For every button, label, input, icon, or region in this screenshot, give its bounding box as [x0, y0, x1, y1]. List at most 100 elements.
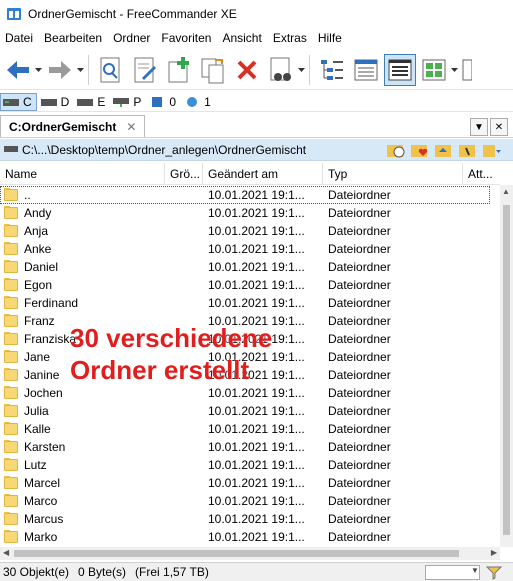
list-item[interactable]: Anja 10.01.2021 19:1... Dateiordner [0, 222, 500, 240]
edit-button[interactable] [129, 54, 161, 86]
file-name-cell: Marcus [0, 512, 165, 526]
file-type: Dateiordner [328, 404, 391, 418]
list-item[interactable]: Karsten 10.01.2021 19:1... Dateiordner [0, 438, 500, 456]
vertical-scrollbar[interactable]: ▲ [500, 185, 513, 547]
file-name: Daniel [24, 260, 59, 274]
drive-e[interactable]: E [75, 93, 109, 111]
status-free-space: (Frei 1,57 TB) [135, 565, 209, 579]
menu-extras[interactable]: Extras [268, 31, 313, 45]
file-type: Dateiordner [328, 260, 391, 274]
menu-datei[interactable]: Datei [0, 31, 39, 45]
path-bar[interactable]: C:\...\Desktop\temp\Ordner_anlegen\Ordne… [0, 139, 513, 161]
list-item[interactable]: Kalle 10.01.2021 19:1... Dateiordner [0, 420, 500, 438]
thumbnails-dropdown[interactable] [450, 54, 458, 86]
chevron-down-icon[interactable]: ▼ [471, 566, 479, 575]
drive-letter: P [133, 94, 142, 109]
list-item[interactable]: Marcel 10.01.2021 19:1... Dateiordner [0, 474, 500, 492]
file-name: Andy [24, 206, 52, 220]
tab-ordnergemischt[interactable]: C:OrdnerGemischt ✕ [0, 115, 146, 137]
file-date: 10.01.2021 19:1... [208, 440, 305, 454]
delete-icon [237, 60, 257, 79]
details-view-button[interactable] [350, 54, 382, 86]
drive-c[interactable]: C [0, 92, 37, 111]
menu-ordner[interactable]: Ordner [108, 31, 156, 45]
drive-p[interactable]: P [111, 93, 145, 111]
list-item[interactable]: Anke 10.01.2021 19:1... Dateiordner [0, 240, 500, 258]
folder-icon [4, 296, 18, 309]
list-item[interactable]: .. 10.01.2021 19:1... Dateiordner [0, 186, 490, 204]
folder-icon [4, 278, 18, 291]
delete-button[interactable] [231, 54, 263, 86]
toolbar-separator [309, 54, 310, 85]
menu-hilfe[interactable]: Hilfe [313, 31, 348, 45]
folder-icon [4, 440, 18, 453]
drive-d[interactable]: D [39, 93, 74, 111]
view-dropdown[interactable] [297, 54, 305, 86]
scroll-right-icon[interactable]: ▶ [491, 548, 497, 557]
back-dropdown[interactable] [34, 54, 42, 86]
new-folder-button[interactable] [163, 54, 195, 86]
file-date: 10.01.2021 19:1... [208, 512, 305, 526]
scroll-thumb[interactable] [503, 205, 510, 535]
scroll-left-icon[interactable]: ◀ [3, 548, 9, 557]
history-folder-icon[interactable] [387, 142, 405, 158]
list-item[interactable]: Egon 10.01.2021 19:1... Dateiordner [0, 276, 500, 294]
tab-list-button[interactable]: ▼ [470, 118, 488, 136]
menu-ansicht[interactable]: Ansicht [217, 31, 267, 45]
list-item[interactable]: Daniel 10.01.2021 19:1... Dateiordner [0, 258, 500, 276]
hdd-icon [40, 98, 57, 106]
parent-folder-icon[interactable] [435, 142, 453, 158]
back-button[interactable] [2, 54, 34, 86]
status-bar: 30 Objekt(e) 0 Byte(s) (Frei 1,57 TB) ▼ [0, 562, 513, 581]
copy-button[interactable] [197, 54, 229, 86]
find-button[interactable] [95, 54, 127, 86]
list-item[interactable]: Andy 10.01.2021 19:1... Dateiordner [0, 204, 500, 222]
details-view-icon [354, 59, 378, 80]
file-name: Marko [24, 530, 58, 544]
column-size[interactable]: Grö... [165, 162, 203, 185]
column-attributes[interactable]: Att... [463, 163, 500, 185]
folder-icon [4, 260, 18, 273]
folder-menu-icon[interactable] [483, 142, 501, 158]
file-type: Dateiordner [328, 206, 391, 220]
list-item[interactable]: Marcus 10.01.2021 19:1... Dateiordner [0, 510, 500, 528]
scroll-thumb[interactable] [14, 550, 459, 557]
horizontal-scrollbar[interactable]: ◀ ▶ [0, 547, 500, 560]
list-item[interactable]: Marko 10.01.2021 19:1... Dateiordner [0, 528, 500, 546]
file-name: Marco [24, 494, 58, 508]
chevron-down-icon [450, 67, 458, 72]
list-item[interactable]: Ferdinand 10.01.2021 19:1... Dateiordner [0, 294, 500, 312]
column-name[interactable]: Name [0, 162, 165, 185]
column-type[interactable]: Typ [323, 162, 463, 185]
more-button[interactable] [460, 54, 474, 86]
drive-1[interactable]: 1 [182, 93, 215, 111]
list-item[interactable]: Julia 10.01.2021 19:1... Dateiordner [0, 402, 500, 420]
menu-bearbeiten[interactable]: Bearbeiten [39, 31, 108, 45]
filter-icon[interactable] [486, 565, 502, 580]
forward-dropdown[interactable] [76, 54, 84, 86]
scroll-up-icon[interactable]: ▲ [502, 187, 510, 196]
menu-favoriten[interactable]: Favoriten [156, 31, 217, 45]
view-button[interactable] [265, 54, 297, 86]
tree-view-button[interactable] [316, 54, 348, 86]
drive-0[interactable]: 0 [147, 93, 180, 111]
forward-button[interactable] [44, 54, 76, 86]
list-item[interactable]: Lutz 10.01.2021 19:1... Dateiordner [0, 456, 500, 474]
file-type: Dateiordner [328, 476, 391, 490]
thumbnails-view-button[interactable] [418, 54, 450, 86]
view-binoculars-icon [270, 57, 291, 81]
root-folder-icon[interactable] [459, 142, 477, 158]
folder-icon [4, 350, 18, 363]
list-view-icon [388, 59, 412, 80]
favorites-folder-icon[interactable] [411, 142, 429, 158]
list-item[interactable]: Jochen 10.01.2021 19:1... Dateiordner [0, 384, 500, 402]
column-date[interactable]: Geändert am [203, 162, 323, 185]
annotation-line-1: 30 verschiedene [70, 323, 273, 353]
file-date: 10.01.2021 19:1... [208, 530, 305, 544]
list-view-button[interactable] [384, 53, 416, 86]
tab-close-button[interactable]: ✕ [490, 118, 508, 136]
list-item[interactable]: Marco 10.01.2021 19:1... Dateiordner [0, 492, 500, 510]
folder-icon [4, 368, 18, 381]
tab-close-icon[interactable]: ✕ [126, 120, 136, 134]
current-path: C:\...\Desktop\temp\Ordner_anlegen\Ordne… [22, 142, 307, 157]
